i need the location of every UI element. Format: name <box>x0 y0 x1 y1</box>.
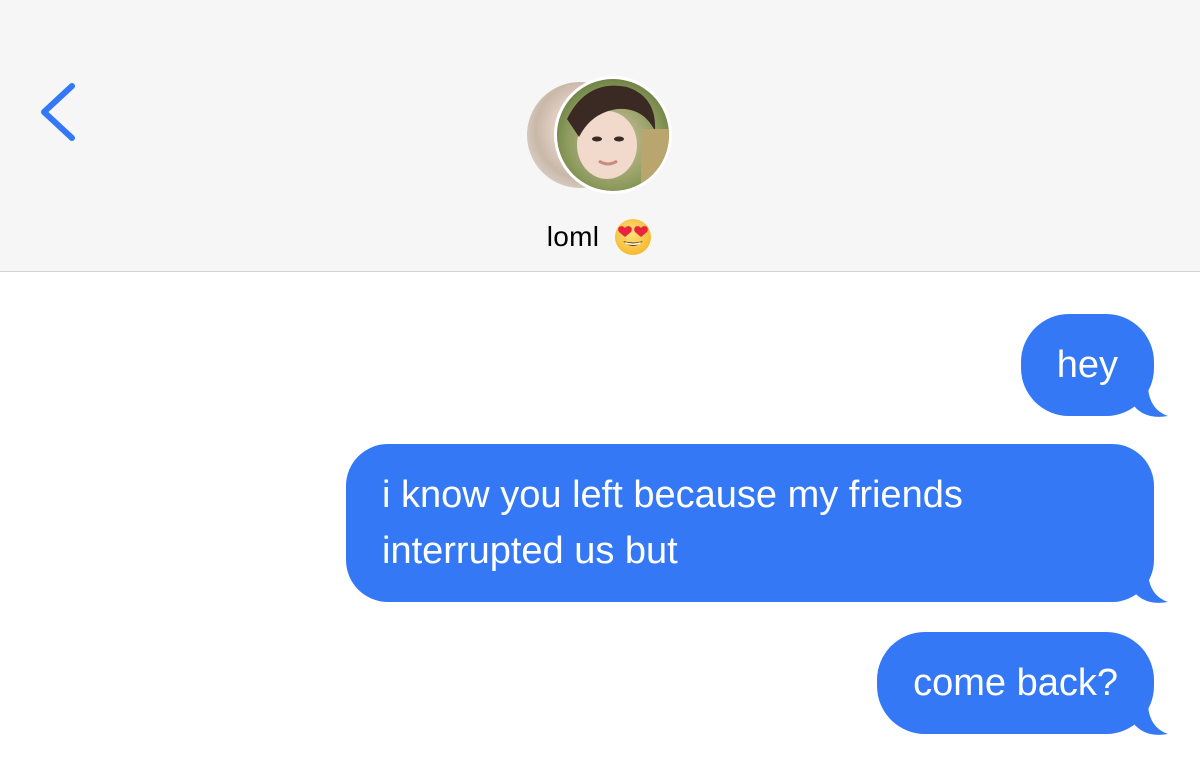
conversation-header: loml <box>0 0 1200 272</box>
message-bubble-outgoing[interactable]: hey <box>1020 314 1168 417</box>
bubble-tail <box>1134 574 1168 604</box>
avatar-primary <box>554 76 672 194</box>
bubble-tail <box>1134 706 1168 736</box>
chevron-left-icon <box>41 83 75 141</box>
group-avatar[interactable] <box>524 76 676 194</box>
heart-eyes-emoji-icon <box>613 217 653 257</box>
bubble-tail <box>1134 388 1168 418</box>
contact-title[interactable]: loml <box>0 212 1200 262</box>
messages-screen: loml hey i know you left because my frie… <box>0 0 1200 758</box>
message-bubble-outgoing[interactable]: i know you left because my friends inter… <box>346 444 1168 603</box>
back-button[interactable] <box>30 76 90 146</box>
message-text: hey <box>1056 344 1118 386</box>
contact-name: loml <box>546 221 600 252</box>
message-text: i know you left because my friends inter… <box>382 474 963 572</box>
message-text: come back? <box>913 662 1118 704</box>
message-bubble-outgoing[interactable]: come back? <box>877 632 1168 735</box>
